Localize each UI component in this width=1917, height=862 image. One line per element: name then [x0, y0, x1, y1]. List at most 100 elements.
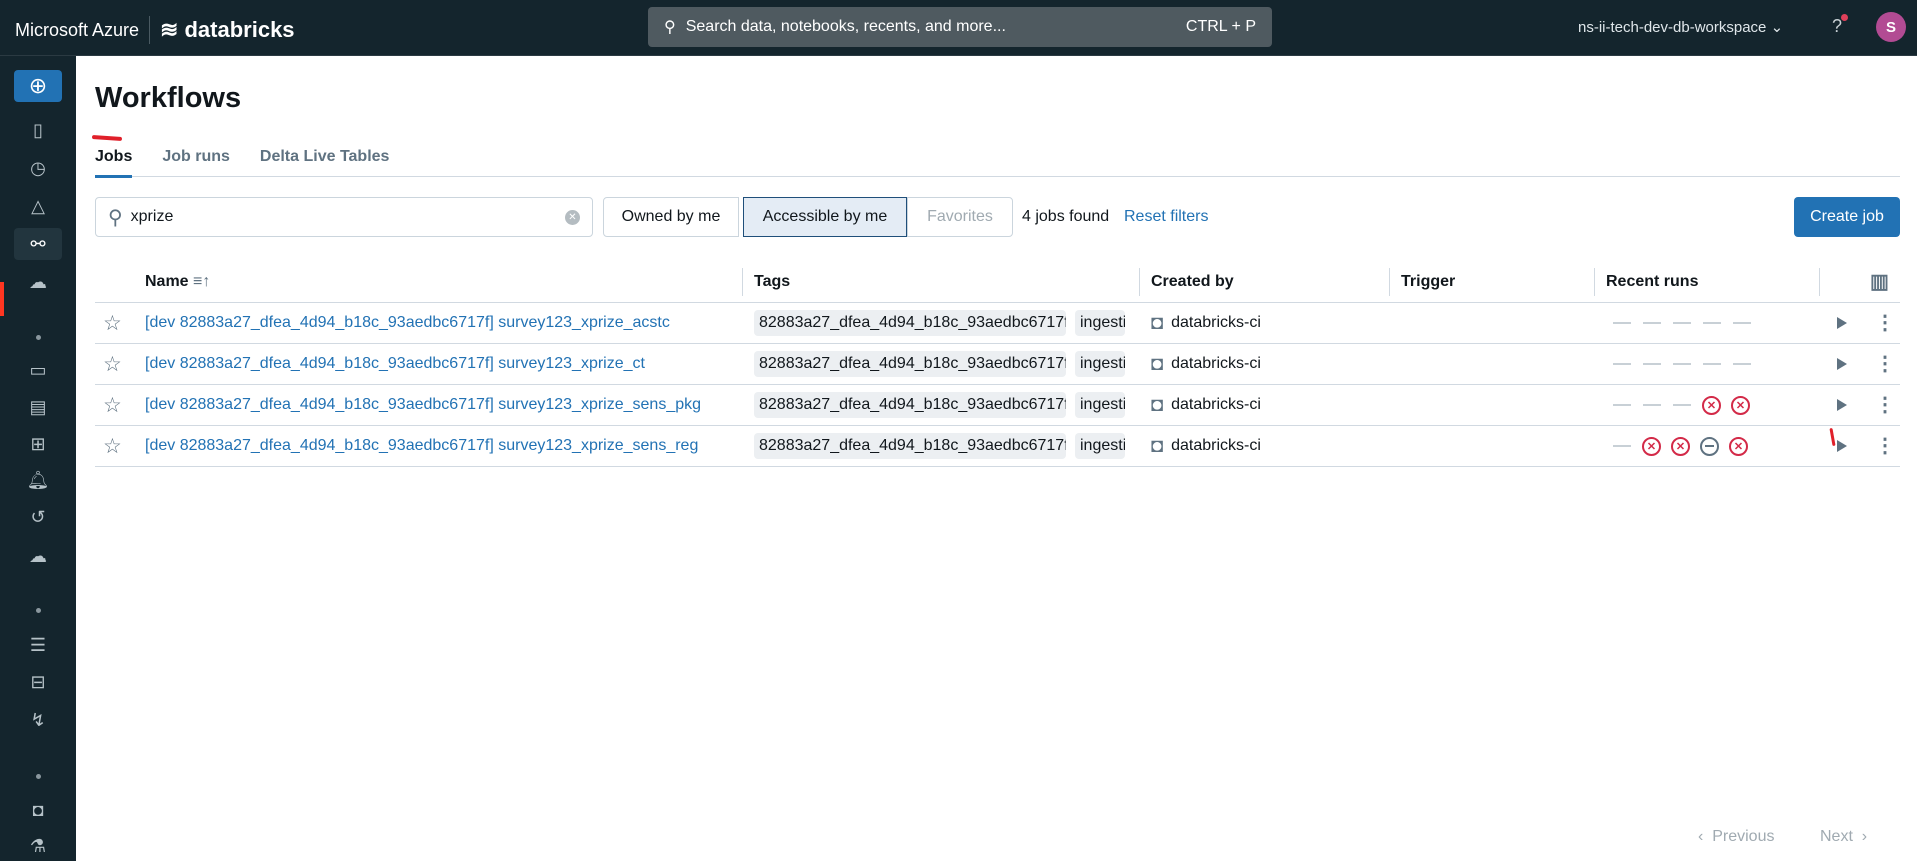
- run-status-none: [1732, 354, 1752, 374]
- run-now-icon[interactable]: [1837, 358, 1847, 370]
- run-status-failed[interactable]: ✕: [1671, 436, 1690, 456]
- run-status-failed[interactable]: ✕: [1731, 395, 1750, 415]
- reset-filters-link[interactable]: Reset filters: [1124, 208, 1208, 226]
- experiments-icon[interactable]: ⚗: [14, 830, 62, 862]
- column-divider[interactable]: [1819, 268, 1820, 296]
- brand-azure: Microsoft Azure: [15, 19, 140, 40]
- chevron-left-icon: ‹: [1698, 828, 1704, 845]
- column-divider[interactable]: [1594, 268, 1595, 296]
- workspace-icon[interactable]: ▯: [14, 114, 62, 146]
- page-title: Workflows: [95, 82, 242, 114]
- global-search[interactable]: ⚲ Search data, notebooks, recents, and m…: [648, 7, 1272, 47]
- robot-icon: ◘: [1151, 393, 1164, 416]
- table-row: ☆ [dev 82883a27_dfea_4d94_b18c_93aedbc67…: [95, 426, 1900, 467]
- sort-icon: ≡↑: [193, 273, 211, 290]
- run-status-none: [1612, 395, 1632, 415]
- next-label: Next: [1820, 828, 1853, 845]
- ml-robot-icon[interactable]: ◘: [14, 794, 62, 826]
- sql-editor-icon[interactable]: ▭: [14, 354, 62, 386]
- pipelines-icon[interactable]: ⊟: [14, 666, 62, 698]
- run-status-none: [1612, 313, 1632, 333]
- column-divider[interactable]: [742, 268, 743, 296]
- more-options-icon[interactable]: ⋮: [1875, 393, 1895, 417]
- tag: 82883a27_dfea_4d94_b18c_93aedbc6717f: [754, 310, 1066, 336]
- table-row: ☆ [dev 82883a27_dfea_4d94_b18c_93aedbc67…: [95, 385, 1900, 426]
- help-icon[interactable]: ?: [1832, 14, 1849, 37]
- run-now-icon[interactable]: [1837, 440, 1847, 452]
- header-tags: Tags: [754, 273, 791, 290]
- job-name-link[interactable]: [dev 82883a27_dfea_4d94_b18c_93aedbc6717…: [145, 314, 670, 332]
- recent-runs: [1612, 313, 1752, 333]
- job-name-link[interactable]: [dev 82883a27_dfea_4d94_b18c_93aedbc6717…: [145, 396, 701, 414]
- tag: ingestion: [1075, 351, 1125, 377]
- run-now-icon[interactable]: [1837, 399, 1847, 411]
- run-now-icon[interactable]: [1837, 317, 1847, 329]
- creator-name: databricks-ci: [1171, 314, 1261, 331]
- favorites-filter[interactable]: Favorites: [907, 197, 1013, 237]
- workspace-name: ns-ii-tech-dev-db-workspace: [1578, 19, 1767, 36]
- sql-warehouses-icon[interactable]: ☁: [14, 540, 62, 572]
- tab-delta-live-tables[interactable]: Delta Live Tables: [260, 148, 390, 177]
- run-status-skipped[interactable]: [1700, 436, 1719, 456]
- star-icon[interactable]: ☆: [103, 393, 122, 418]
- jobs-count: 4 jobs found: [1022, 208, 1110, 225]
- run-status-failed[interactable]: ✕: [1642, 436, 1661, 456]
- alerts-icon[interactable]: 🔔︎: [14, 464, 62, 496]
- more-options-icon[interactable]: ⋮: [1875, 311, 1895, 335]
- created-by: ◘ databricks-ci: [1151, 392, 1261, 418]
- create-job-button[interactable]: Create job: [1794, 197, 1900, 237]
- tab-jobs[interactable]: Jobs: [95, 148, 133, 178]
- dashboards-icon[interactable]: ⊞: [14, 428, 62, 460]
- owned-by-me-filter[interactable]: Owned by me: [603, 197, 739, 237]
- column-divider[interactable]: [1389, 268, 1390, 296]
- recents-icon[interactable]: ◷: [14, 152, 62, 184]
- databricks-logo-icon: ≋: [160, 17, 179, 42]
- logo[interactable]: Microsoft Azure ≋ databricks: [15, 16, 295, 44]
- star-icon[interactable]: ☆: [103, 352, 122, 377]
- star-icon[interactable]: ☆: [103, 434, 122, 459]
- tab-job-runs[interactable]: Job runs: [162, 148, 230, 177]
- header-name[interactable]: Name ≡↑: [145, 270, 210, 294]
- sidebar: ⊕ ▯ ◷ △ ⚯ ☁ ▭ ▤ ⊞ 🔔︎ ↺ ☁ ☰ ⊟ ↯ ◘ ⚗: [0, 56, 76, 861]
- query-history-icon[interactable]: ↺: [14, 501, 62, 533]
- accessible-by-me-filter[interactable]: Accessible by me: [743, 197, 907, 237]
- job-name-link[interactable]: [dev 82883a27_dfea_4d94_b18c_93aedbc6717…: [145, 437, 698, 455]
- clear-icon[interactable]: ✕: [565, 209, 580, 225]
- previous-button[interactable]: ‹ Previous: [1698, 828, 1774, 846]
- table-header: Name ≡↑ Tags Created by Trigger Recent r…: [95, 262, 1900, 303]
- table-row: ☆ [dev 82883a27_dfea_4d94_b18c_93aedbc67…: [95, 303, 1900, 344]
- tab-bar: Jobs Job runs Delta Live Tables: [95, 148, 1900, 178]
- chevron-right-icon: ›: [1861, 828, 1868, 845]
- tag: 82883a27_dfea_4d94_b18c_93aedbc6717f: [754, 392, 1066, 418]
- data-engineering-icon[interactable]: ☰: [14, 629, 62, 661]
- new-button[interactable]: ⊕: [14, 70, 62, 102]
- data-ingestion-icon[interactable]: ↯: [14, 704, 62, 736]
- header-recent-runs: Recent runs: [1606, 273, 1699, 290]
- catalog-icon[interactable]: △: [14, 190, 62, 222]
- recent-runs: ✕ ✕ ✕: [1612, 436, 1748, 456]
- workspace-selector[interactable]: ns-ii-tech-dev-db-workspace ⌄: [1578, 18, 1783, 36]
- queries-icon[interactable]: ▤: [14, 391, 62, 423]
- more-options-icon[interactable]: ⋮: [1875, 352, 1895, 376]
- creator-name: databricks-ci: [1171, 437, 1261, 454]
- avatar[interactable]: S: [1876, 12, 1906, 42]
- column-divider[interactable]: [1139, 268, 1140, 296]
- tag: 82883a27_dfea_4d94_b18c_93aedbc6717f: [754, 351, 1066, 377]
- columns-icon[interactable]: ▥: [1870, 270, 1889, 294]
- header-trigger: Trigger: [1401, 273, 1456, 290]
- star-icon[interactable]: ☆: [103, 311, 122, 336]
- workflows-icon[interactable]: ⚯: [14, 228, 62, 260]
- more-options-icon[interactable]: ⋮: [1875, 434, 1895, 458]
- created-by: ◘ databricks-ci: [1151, 310, 1261, 336]
- run-status-failed[interactable]: ✕: [1729, 436, 1748, 456]
- run-status-none: [1672, 395, 1692, 415]
- tag: ingestion: [1075, 310, 1125, 336]
- job-search-input[interactable]: ⚲ xprize ✕: [95, 197, 593, 237]
- run-status-failed[interactable]: ✕: [1702, 395, 1721, 415]
- job-name-link[interactable]: [dev 82883a27_dfea_4d94_b18c_93aedbc6717…: [145, 355, 645, 373]
- robot-icon: ◘: [1151, 434, 1164, 457]
- compute-icon[interactable]: ☁: [14, 266, 62, 298]
- brand-name: databricks: [184, 17, 295, 42]
- next-button[interactable]: Next ›: [1820, 828, 1867, 846]
- run-status-none: [1702, 313, 1722, 333]
